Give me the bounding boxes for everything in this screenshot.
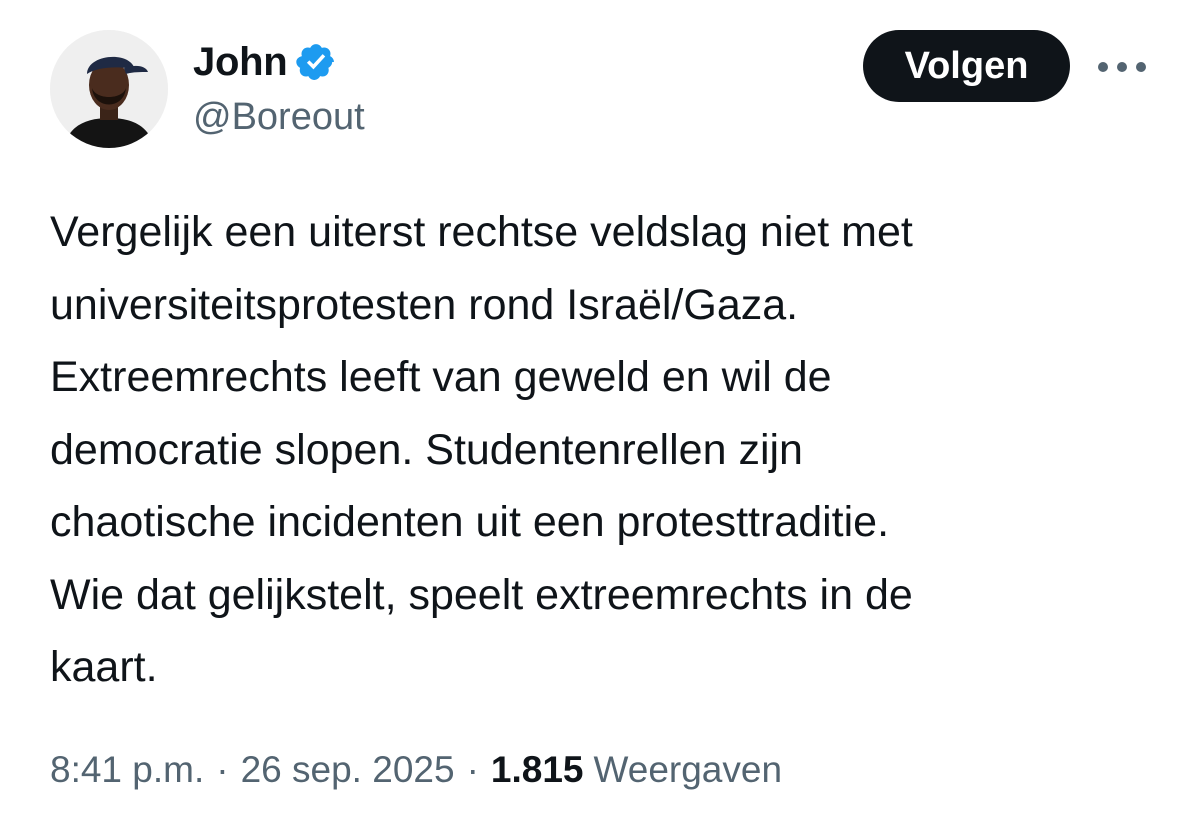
tweet-text: Vergelijk een uiterst rechtse veldslag n… xyxy=(50,196,1160,704)
avatar[interactable] xyxy=(50,30,168,148)
user-handle[interactable]: @Boreout xyxy=(193,96,365,139)
tweet-text-line: democratie slopen. Studentenrellen zijn xyxy=(50,425,803,474)
tweet-meta: 8:41 p.m. · 26 sep. 2025 · 1.815 Weergav… xyxy=(50,742,782,798)
avatar-image xyxy=(50,30,168,148)
tweet-text-line: universiteitsprotesten rond Israël/Gaza. xyxy=(50,280,799,329)
more-dot xyxy=(1098,62,1108,72)
tweet-card: John @Boreout Volgen Vergelijk een uiter… xyxy=(0,0,1200,837)
tweet-text-line: chaotische incidenten uit een protesttra… xyxy=(50,498,890,546)
tweet-time[interactable]: 8:41 p.m. xyxy=(50,749,204,791)
tweet-text-line: Extreemrechts leeft van geweld en wil de xyxy=(50,353,832,401)
more-dot xyxy=(1117,62,1127,72)
follow-button[interactable]: Volgen xyxy=(863,30,1070,102)
tweet-text-line: Vergelijk een uiterst rechtse veldslag n… xyxy=(50,208,913,256)
tweet-text-line: Wie dat gelijkstelt, speelt extreemrecht… xyxy=(50,570,913,619)
views-count: 1.815 xyxy=(490,749,584,790)
more-dot xyxy=(1136,62,1146,72)
display-name-row: John xyxy=(193,38,337,86)
display-name[interactable]: John xyxy=(193,40,288,85)
meta-separator: · xyxy=(466,749,479,790)
meta-separator: · xyxy=(216,749,229,790)
verified-badge-icon[interactable] xyxy=(295,41,337,83)
tweet-date[interactable]: 26 sep. 2025 xyxy=(241,749,455,791)
more-horizontal-icon[interactable] xyxy=(1098,50,1146,84)
tweet-text-line: kaart. xyxy=(50,643,158,691)
views-label: Weergaven xyxy=(593,749,783,790)
